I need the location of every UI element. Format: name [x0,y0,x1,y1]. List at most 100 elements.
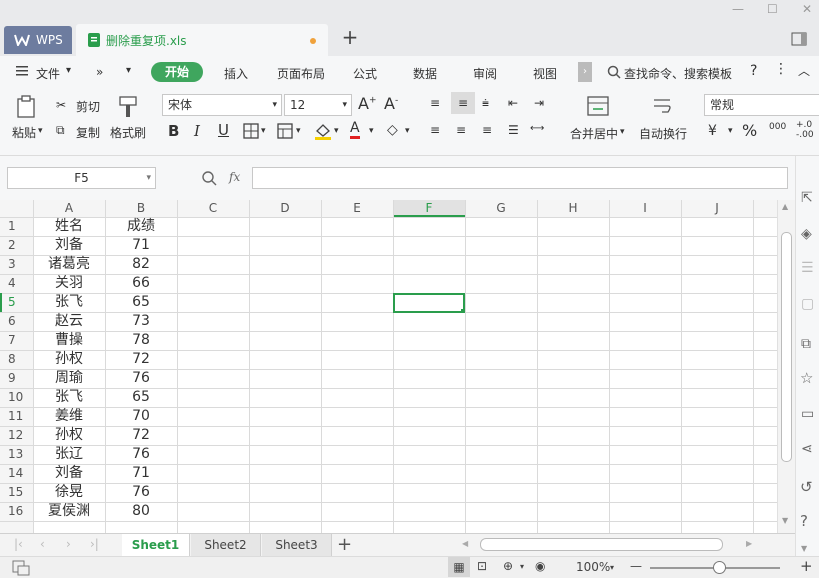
cell-a[interactable]: 赵云 [33,312,105,331]
zoom-chevron-icon[interactable]: ▾ [610,563,614,572]
layer-icon[interactable]: ▢ [801,296,814,312]
increase-indent-icon[interactable]: ⇥ [534,96,544,110]
history-icon[interactable]: ↺ [800,478,813,496]
command-search[interactable]: 查找命令、搜索模板 [624,65,732,82]
cell-a[interactable]: 孙权 [33,426,105,445]
row-header[interactable]: 16 [0,502,29,521]
underline-icon[interactable]: U [218,121,229,139]
row-header[interactable]: 12 [0,426,29,445]
font-color-chevron-icon[interactable]: ▾ [369,126,374,136]
zoom-in-button[interactable]: + [800,557,813,575]
column-header[interactable]: E [321,200,393,217]
zoom-slider-knob[interactable] [713,561,726,574]
cell-b[interactable]: 65 [105,388,177,407]
cell-b[interactable]: 80 [105,502,177,521]
select-cursor-icon[interactable]: ⇱ [801,190,813,206]
zoom-formula-icon[interactable] [201,170,217,186]
thousands-separator-icon[interactable]: 000 [769,122,786,132]
column-header[interactable]: D [249,200,321,217]
row-header[interactable]: 15 [0,483,29,502]
page-layout-view-icon[interactable]: ⊡ [477,559,487,573]
fill-color-chevron-icon[interactable]: ▾ [334,126,339,136]
column-header[interactable]: J [681,200,753,217]
sidebar-toggle-icon[interactable] [791,32,807,46]
wrap-text-icon[interactable] [652,96,674,116]
distributed-align-icon[interactable]: ⟷ [530,123,544,134]
paste-icon[interactable] [16,95,38,119]
merge-center-icon[interactable] [587,96,609,116]
fill-handle[interactable] [461,309,465,313]
share-icon[interactable]: ⋖ [801,441,813,457]
cell-b[interactable]: 72 [105,426,177,445]
align-left-icon[interactable]: ≡ [430,123,440,137]
menu-tab-data[interactable]: 数据 [413,65,437,82]
vertical-scrollbar[interactable]: ▲ ▼ [777,200,795,533]
first-sheet-icon[interactable]: |‹ [14,537,23,551]
align-center-icon[interactable]: ≡ [456,123,466,137]
cell-b[interactable]: 成绩 [105,217,177,236]
spreadsheet-grid[interactable]: ABCDEFGHIJ1姓名成绩2刘备713诸葛亮824关羽665张飞656赵云7… [0,200,777,533]
decrease-font-icon[interactable]: A- [384,94,398,113]
zoom-level[interactable]: 100% [576,560,610,574]
cell-b[interactable]: 82 [105,255,177,274]
menu-tab-start[interactable]: 开始 [151,62,203,82]
eye-protection-icon[interactable]: ◉ [535,559,545,573]
sheet-tab-sheet2[interactable]: Sheet2 [191,534,261,556]
menu-scroll-right-icon[interactable]: › [578,62,592,82]
column-header[interactable]: C [177,200,249,217]
cell-a[interactable]: 徐晃 [33,483,105,502]
row-header[interactable]: 11 [0,407,29,426]
copy-button[interactable]: 复制 [76,124,100,141]
cell-a[interactable]: 刘备 [33,464,105,483]
cell-b[interactable]: 76 [105,483,177,502]
increase-decimal-icon[interactable]: +.0-.00 [796,120,814,140]
more-options-icon[interactable]: ⋮ [774,61,788,77]
row-header[interactable]: 4 [0,274,29,293]
align-middle-icon[interactable]: ≡ [451,92,475,114]
document-tab[interactable]: 删除重复项.xls [76,24,328,56]
clear-eraser-icon[interactable]: ◇ [387,122,398,138]
horizontal-scroll-thumb[interactable] [480,538,723,551]
italic-icon[interactable]: I [194,122,200,140]
percent-icon[interactable]: % [742,121,757,140]
cell-a[interactable]: 刘备 [33,236,105,255]
justify-icon[interactable]: ☰ [508,123,519,137]
align-top-icon[interactable]: ≡ [430,96,440,110]
adjust-icon[interactable]: ☰ [801,260,814,276]
row-header[interactable]: 3 [0,255,29,274]
column-header[interactable]: H [537,200,609,217]
align-right-icon[interactable]: ≡ [482,123,492,137]
cell-a[interactable]: 张飞 [33,293,105,312]
column-header[interactable]: B [105,200,177,217]
add-sheet-button[interactable]: + [337,534,352,555]
file-menu[interactable]: 文件 [36,65,60,82]
column-header[interactable]: A [33,200,105,217]
font-color-icon[interactable]: A [350,121,360,139]
cell-a[interactable]: 诸葛亮 [33,255,105,274]
cell-b[interactable]: 66 [105,274,177,293]
minimize-icon[interactable]: — [732,2,744,16]
bold-icon[interactable]: B [168,122,179,140]
panel-expand-icon[interactable]: ▼ [801,544,807,553]
sheet-tab-sheet3[interactable]: Sheet3 [262,534,332,556]
row-header[interactable]: 14 [0,464,29,483]
sheet-tab-sheet1[interactable]: Sheet1 [122,534,190,556]
scroll-up-icon[interactable]: ▲ [782,202,788,211]
archive-icon[interactable]: ▭ [801,406,814,422]
row-header[interactable]: 10 [0,388,29,407]
cell-a[interactable]: 曹操 [33,331,105,350]
currency-chevron-icon[interactable]: ▾ [728,126,733,136]
cell-b[interactable]: 73 [105,312,177,331]
page-break-view-icon[interactable]: ⊕ [503,559,513,573]
new-tab-button[interactable]: + [340,28,360,48]
clear-chevron-icon[interactable]: ▾ [405,126,410,136]
row-header[interactable]: 7 [0,331,29,350]
cell-a[interactable]: 关羽 [33,274,105,293]
format-painter-button[interactable]: 格式刷 [110,124,146,141]
hscroll-right-icon[interactable]: ▶ [746,539,752,548]
normal-view-icon[interactable]: ▦ [448,557,470,577]
cell-b[interactable]: 65 [105,293,177,312]
scroll-down-icon[interactable]: ▼ [782,516,788,525]
row-header[interactable]: 5 [0,293,29,312]
hscroll-left-icon[interactable]: ◀ [462,539,468,548]
